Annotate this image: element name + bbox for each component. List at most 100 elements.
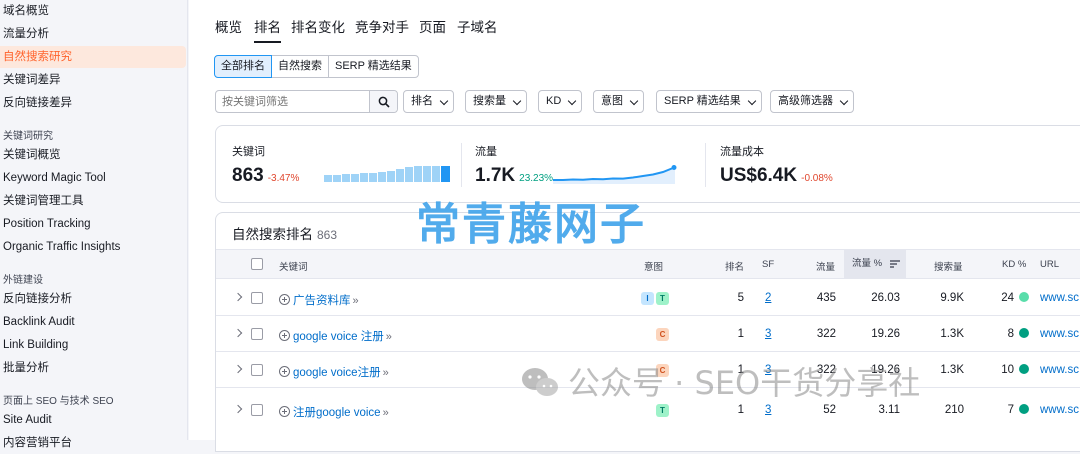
double-chevron-icon[interactable]: » [386,331,392,343]
add-keyword-icon[interactable] [279,330,290,341]
expand-chevron-icon[interactable] [233,292,243,302]
row-checkbox[interactable] [251,292,263,304]
traffic-cost-metric[interactable]: 流量成本 US$6.4K -0.08% [720,143,833,187]
sidebar-item-keyword-magic-tool[interactable]: Keyword Magic Tool [0,167,186,189]
column-keyword[interactable]: 关键词 [279,259,308,273]
add-keyword-icon[interactable] [279,366,290,377]
sidebar-item-backlink-audit[interactable]: Backlink Audit [0,311,186,333]
position-filter-dropdown[interactable]: 排名 [403,90,454,113]
sidebar-item-site-audit[interactable]: Site Audit [0,409,186,431]
volume-cell: 210 [944,404,964,416]
sf-cell[interactable]: 3 [765,328,771,340]
keyword-cell: google voice注册» [279,364,389,380]
segment-serp-features[interactable]: SERP 精选结果 [328,55,419,78]
tab-pages[interactable]: 页面 [419,16,446,36]
advanced-filters-dropdown[interactable]: 高级筛选器 [770,90,854,113]
column-traffic-pct[interactable]: 流量 % [844,250,906,278]
keyword-cell: google voice 注册» [279,328,392,344]
url-link[interactable]: www.sc [1040,404,1079,416]
column-sf[interactable]: SF [762,259,774,270]
sidebar-item-organic-research[interactable]: 自然搜索研究 [0,46,186,68]
add-keyword-icon[interactable] [279,406,290,417]
traffic-pct-cell: 19.26 [871,328,900,340]
traffic-pct-cell: 3.11 [878,404,900,416]
tab-overview[interactable]: 概览 [215,16,242,36]
url-link[interactable]: www.sc [1040,328,1079,340]
sidebar-item-domain-overview[interactable]: 域名概览 [0,0,186,22]
select-all-checkbox[interactable] [251,258,263,270]
keyword-link[interactable]: 广告资料库 [293,295,351,307]
sidebar-item-keyword-overview[interactable]: 关键词概览 [0,144,186,166]
column-url[interactable]: URL [1040,259,1059,270]
traffic-trend-chart [553,165,677,184]
traffic-cost-change: -0.08% [801,173,833,184]
url-cell[interactable]: www.sc [1040,364,1079,376]
kd-cell: 7 [986,404,1029,416]
watermark-account: 公众号 · SEO干货分享社 [520,358,920,404]
url-cell[interactable]: www.sc [1040,404,1079,416]
row-checkbox[interactable] [251,364,263,376]
row-checkbox[interactable] [251,328,263,340]
tab-position-changes[interactable]: 排名变化 [291,16,345,36]
sidebar-item-keyword-manager[interactable]: 关键词管理工具 [0,190,186,212]
kd-value: 24 [1001,292,1014,304]
kd-cell: 8 [986,328,1029,340]
sidebar-item-backlink-analytics[interactable]: 反向链接分析 [0,288,186,310]
sidebar-item-keyword-gap[interactable]: 关键词差异 [0,69,186,91]
tab-competitors[interactable]: 竞争对手 [355,16,409,36]
column-kd[interactable]: KD % [1002,259,1026,270]
sf-link[interactable]: 3 [765,404,771,416]
sf-cell[interactable]: 3 [765,404,771,416]
keyword-filter [215,90,398,113]
expand-chevron-icon[interactable] [233,404,243,414]
traffic-value: 1.7K [475,165,516,186]
url-link[interactable]: www.sc [1040,292,1079,304]
segment-organic[interactable]: 自然搜索 [271,55,329,78]
volume-cell: 9.9K [940,292,964,304]
sidebar-item-content-marketing[interactable]: 内容营销平台 [0,432,186,454]
intent-filter-dropdown[interactable]: 意图 [593,90,644,113]
kd-value: 7 [1007,404,1014,416]
column-traffic[interactable]: 流量 [816,259,835,273]
volume-filter-dropdown[interactable]: 搜索量 [465,90,527,113]
column-volume[interactable]: 搜索量 [934,259,963,273]
double-chevron-icon[interactable]: » [383,367,389,379]
sf-link[interactable]: 2 [765,292,771,304]
add-keyword-icon[interactable] [279,294,290,305]
keyword-cell: 注册google voice» [279,404,389,420]
tab-positions[interactable]: 排名 [254,16,281,43]
sf-link[interactable]: 3 [765,328,771,340]
tab-subdomains[interactable]: 子域名 [457,16,498,36]
column-position[interactable]: 排名 [725,259,744,273]
row-checkbox[interactable] [251,404,263,416]
traffic-metric[interactable]: 流量 1.7K 23.23% [475,143,677,187]
serp-features-filter-dropdown[interactable]: SERP 精选结果 [656,90,762,113]
search-button[interactable] [369,91,397,112]
url-link[interactable]: www.sc [1040,364,1079,376]
url-cell[interactable]: www.sc [1040,292,1079,304]
sidebar-item-backlink-gap[interactable]: 反向链接差异 [0,92,186,114]
sidebar-item-organic-traffic-insights[interactable]: Organic Traffic Insights [0,236,186,258]
keyword-link[interactable]: google voice注册 [293,367,381,379]
sidebar-item-position-tracking[interactable]: Position Tracking [0,213,186,235]
column-intent[interactable]: 意图 [644,259,663,273]
intent-badge: C [656,328,669,341]
keyword-filter-input[interactable] [216,91,368,112]
sidebar-item-link-building[interactable]: Link Building [0,334,186,356]
double-chevron-icon[interactable]: » [383,407,389,419]
keyword-link[interactable]: google voice 注册 [293,331,384,343]
double-chevron-icon[interactable]: » [353,295,359,307]
traffic-cost-label: 流量成本 [720,146,764,158]
sidebar-item-traffic-analytics[interactable]: 流量分析 [0,23,186,45]
url-cell[interactable]: www.sc [1040,328,1079,340]
keyword-link[interactable]: 注册google voice [293,407,381,419]
keywords-metric[interactable]: 关键词 863 -3.47% [232,143,450,187]
kd-filter-dropdown[interactable]: KD [538,90,583,113]
expand-chevron-icon[interactable] [233,328,243,338]
segment-all-positions[interactable]: 全部排名 [214,55,272,78]
traffic-cell: 322 [816,328,836,340]
sf-cell[interactable]: 2 [765,292,771,304]
table-title: 自然搜索排名 863 [232,223,337,243]
expand-chevron-icon[interactable] [233,364,243,374]
sidebar-item-bulk-analysis[interactable]: 批量分析 [0,357,186,379]
